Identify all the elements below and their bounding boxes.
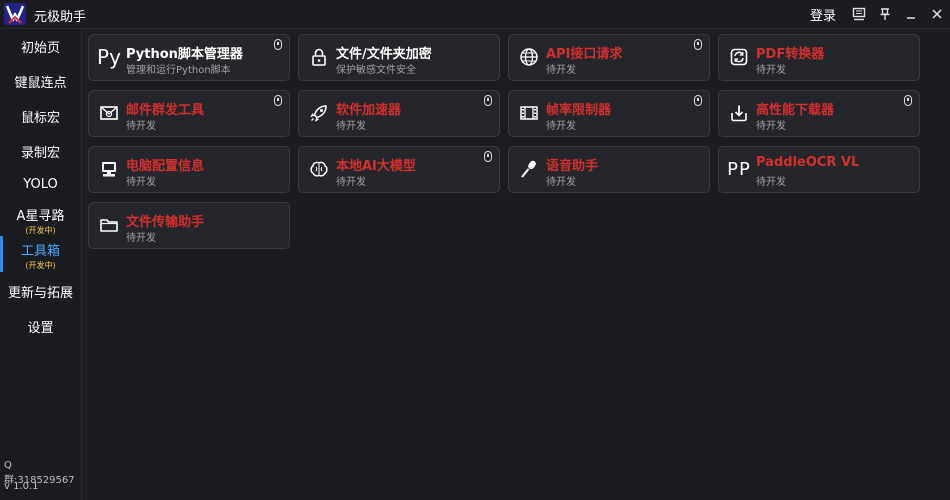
tool-card-software-accelerator[interactable]: 软件加速器 待开发 [298,90,500,137]
sidebar-item-auto-clicker[interactable]: 键鼠连点 [0,72,81,91]
version-label: v 1.0.1 [4,481,39,492]
tool-card-local-ai[interactable]: 本地AI大模型 待开发 [298,146,500,193]
sidebar: 初始页 键鼠连点 鼠标宏 录制宏 YOLO A星寻路 (开发中) 工具箱 (开发中)… [0,29,82,500]
dev-tag: (开发中) [25,261,56,270]
rocket-icon [307,101,331,125]
toolbox-panel: Py Python脚本管理器 管理和运行Python脚本 文件/文件夹加密 保护… [82,29,950,500]
python-icon: Py [97,45,121,69]
tool-subtitle: 待开发 [126,121,156,132]
tool-title: 本地AI大模型 [336,159,416,174]
sidebar-item-updates[interactable]: 更新与拓展 [0,282,81,301]
brain-icon [307,157,331,181]
tool-subtitle: 待开发 [756,65,786,76]
tool-card-file-transfer[interactable]: 文件传输助手 待开发 [88,202,290,249]
tool-subtitle: 待开发 [336,177,366,188]
sidebar-item-record-macro[interactable]: 录制宏 [0,142,81,161]
mouse-icon [484,151,492,162]
sidebar-item-label: 键鼠连点 [14,76,67,91]
tool-subtitle: 待开发 [756,121,786,132]
sidebar-item-toolbox[interactable]: 工具箱 (开发中) [0,240,81,271]
tool-subtitle: 管理和运行Python脚本 [126,65,231,76]
login-button[interactable]: 登录 [810,5,836,24]
mouse-icon [274,39,282,50]
title-bar: 元极助手 登录 [0,0,950,29]
tool-title: PaddleOCR VL [756,155,860,170]
convert-icon [727,45,751,69]
tool-title: 软件加速器 [336,103,402,118]
dev-tag: (开发中) [25,226,56,235]
mouse-icon [274,95,282,106]
app-title: 元极助手 [34,10,87,25]
mouse-icon [694,39,702,50]
tool-card-voice-assistant[interactable]: 语音助手 待开发 [508,146,710,193]
tool-subtitle: 待开发 [546,121,576,132]
tool-subtitle: 待开发 [546,177,576,188]
microphone-icon [517,157,541,181]
tool-title: API接口请求 [546,47,623,62]
sidebar-item-home[interactable]: 初始页 [0,37,81,56]
sidebar-item-label: 初始页 [20,41,60,56]
tool-title: 高性能下载器 [756,103,835,118]
globe-icon [517,45,541,69]
tool-card-paddleocr[interactable]: PP PaddleOCR VL 待开发 [718,146,920,193]
mouse-icon [484,95,492,106]
tool-title: 电脑配置信息 [126,159,205,174]
tool-title: 邮件群发工具 [126,103,205,118]
mouse-icon [904,95,912,106]
tool-card-bulk-mail[interactable]: 邮件群发工具 待开发 [88,90,290,137]
tool-title: PDF转换器 [756,47,825,62]
lock-icon [307,45,331,69]
tool-card-pc-info[interactable]: 电脑配置信息 待开发 [88,146,290,193]
mouse-icon [694,95,702,106]
folder-icon [97,213,121,237]
tool-subtitle: 待开发 [546,65,576,76]
tool-card-api-request[interactable]: API接口请求 待开发 [508,34,710,81]
tool-title: Python脚本管理器 [126,47,243,62]
sidebar-item-label: 更新与拓展 [7,286,73,301]
sidebar-item-settings[interactable]: 设置 [0,317,81,336]
close-icon[interactable] [924,0,950,28]
computer-icon [97,157,121,181]
tool-card-pdf-converter[interactable]: PDF转换器 待开发 [718,34,920,81]
sidebar-item-label: YOLO [23,177,58,192]
tool-card-python-manager[interactable]: Py Python脚本管理器 管理和运行Python脚本 [88,34,290,81]
app-logo [4,3,26,25]
tool-card-downloader[interactable]: 高性能下载器 待开发 [718,90,920,137]
tool-card-fps-limiter[interactable]: 帧率限制器 待开发 [508,90,710,137]
pin-icon[interactable] [872,0,898,28]
sidebar-item-astar[interactable]: A星寻路 (开发中) [0,205,81,236]
tool-title: 文件传输助手 [126,215,205,230]
tool-subtitle: 待开发 [126,177,156,188]
tool-subtitle: 待开发 [336,121,366,132]
tool-card-file-encrypt[interactable]: 文件/文件夹加密 保护敏感文件安全 [298,34,500,81]
minimize-icon[interactable] [898,0,924,28]
tool-subtitle: 保护敏感文件安全 [336,65,416,76]
sidebar-item-label: 录制宏 [20,146,60,161]
download-icon [727,101,751,125]
sidebar-item-mouse-macro[interactable]: 鼠标宏 [0,107,81,126]
monitor-icon[interactable] [846,0,872,28]
sidebar-item-yolo[interactable]: YOLO [0,177,81,192]
mail-icon [97,101,121,125]
tool-title: 语音助手 [546,159,599,174]
paddleocr-icon: PP [727,158,751,180]
sidebar-item-label: A星寻路 [16,209,65,224]
film-icon [517,101,541,125]
sidebar-item-label: 工具箱 [20,244,60,259]
tool-title: 帧率限制器 [546,103,612,118]
tool-subtitle: 待开发 [756,177,786,188]
sidebar-item-label: 鼠标宏 [20,111,60,126]
sidebar-item-label: 设置 [27,321,54,336]
tool-title: 文件/文件夹加密 [336,47,432,62]
tool-subtitle: 待开发 [126,233,156,244]
